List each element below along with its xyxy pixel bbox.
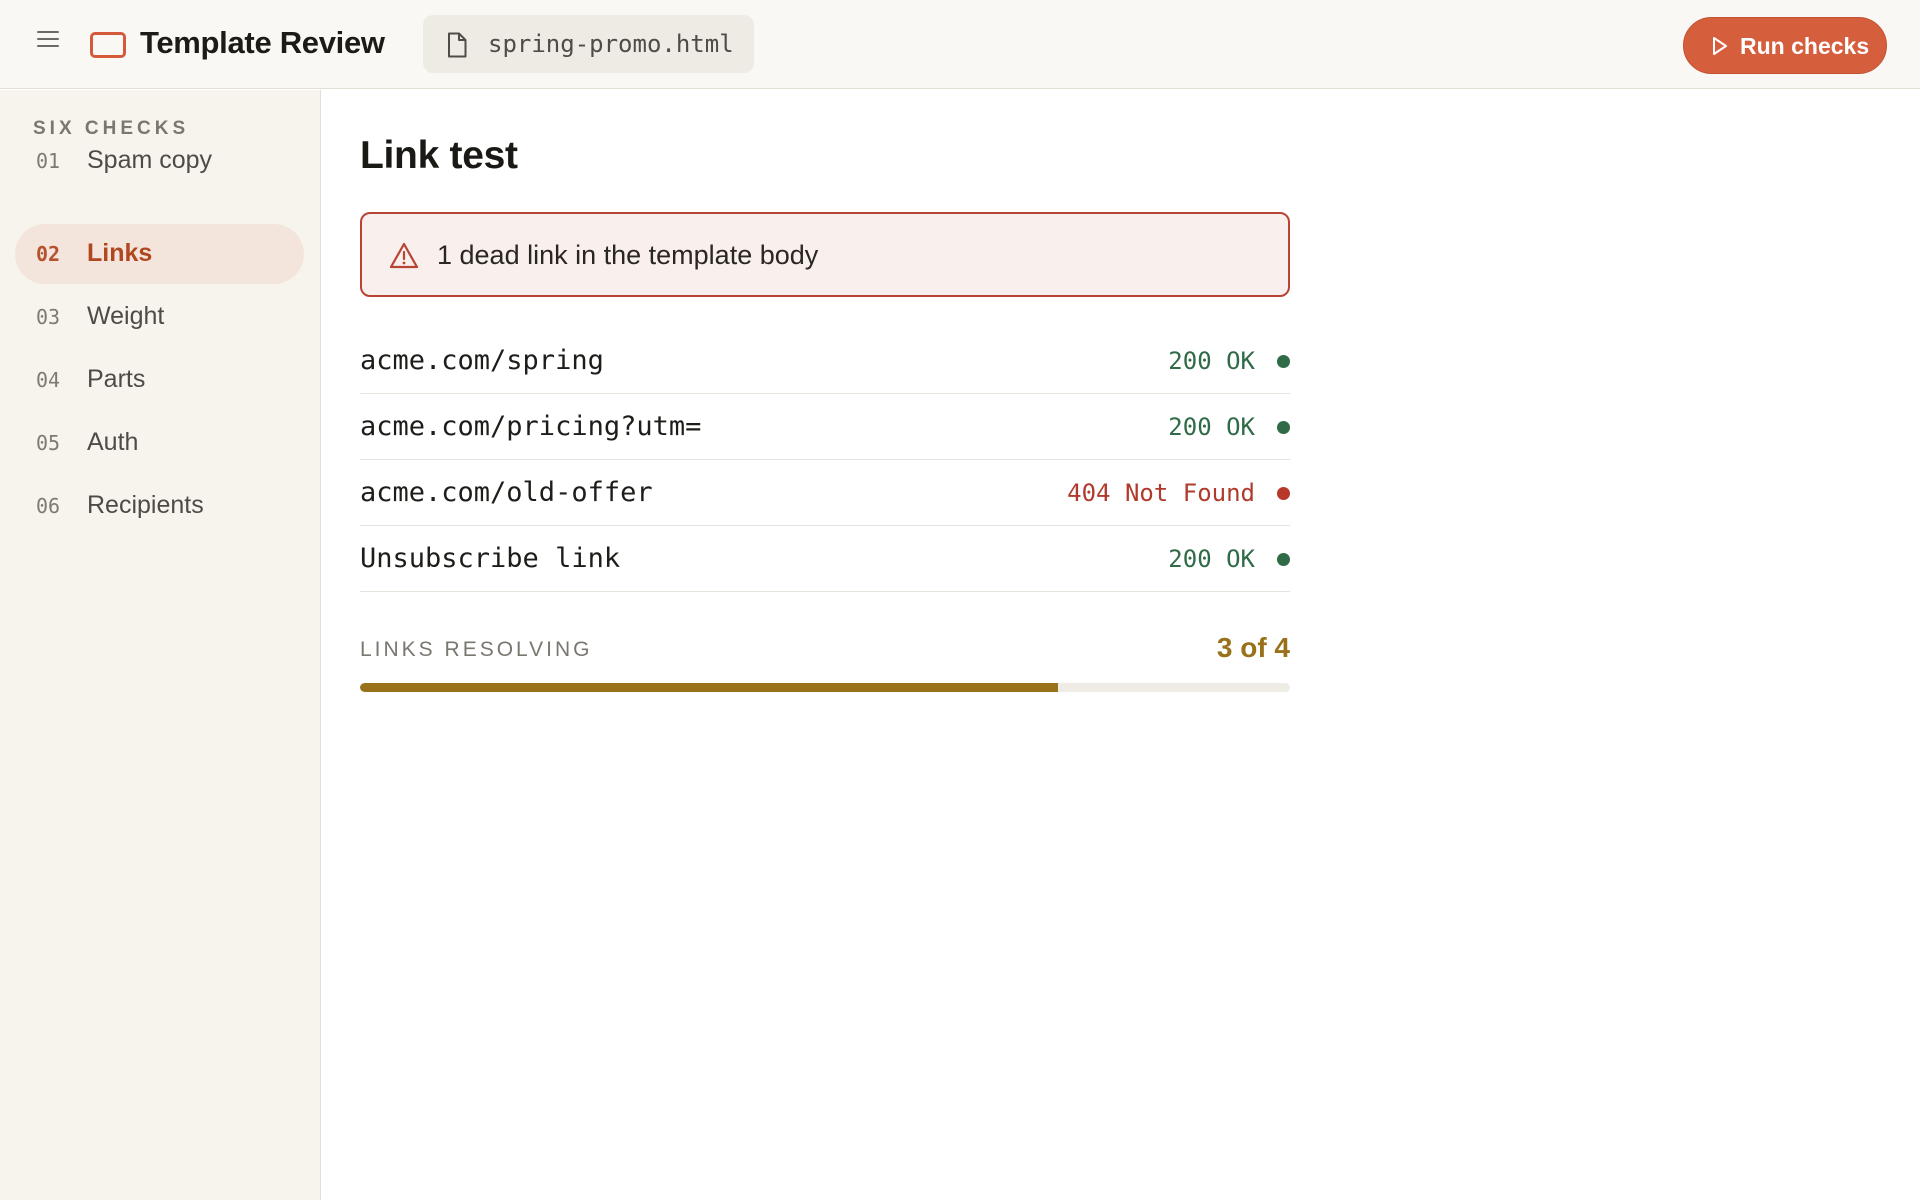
page-title: Link test [360, 134, 518, 177]
sidebar-item-label: Spam copy [87, 146, 213, 174]
link-row: Unsubscribe link 200 OK [360, 526, 1290, 592]
sidebar-item-number: 01 [36, 149, 61, 173]
dead-link-alert: 1 dead link in the template body [360, 212, 1290, 297]
menu-icon[interactable] [34, 29, 62, 49]
sidebar-item-number: 05 [36, 431, 61, 455]
progress-bar [360, 683, 1290, 692]
sidebar-item-auth[interactable]: 05 Auth [15, 413, 304, 473]
sidebar-item-number: 04 [36, 368, 61, 392]
sidebar-item-recipients[interactable]: 06 Recipients [15, 476, 304, 536]
sidebar-item-number: 03 [36, 305, 61, 329]
link-status: 200 OK [1168, 413, 1255, 441]
link-list: acme.com/spring 200 OK acme.com/pricing?… [360, 328, 1290, 592]
sidebar-item-links[interactable]: 02 Links [15, 224, 304, 284]
link-row: acme.com/spring 200 OK [360, 328, 1290, 394]
app-title: Template Review [140, 25, 385, 60]
run-checks-label: Run checks [1740, 33, 1870, 59]
sidebar-item-label: Auth [87, 428, 139, 456]
sidebar-item-label: Links [87, 239, 153, 267]
sidebar-item-number: 06 [36, 494, 61, 518]
sidebar-item-label: Recipients [87, 491, 204, 519]
top-bar: Template Review spring-promo.html Run ch… [0, 0, 1920, 89]
link-status: 200 OK [1168, 545, 1255, 573]
alert-message: 1 dead link in the template body [437, 240, 819, 270]
file-name: spring-promo.html [488, 30, 734, 58]
sidebar-item-number: 02 [36, 242, 61, 266]
link-url[interactable]: acme.com/old-offer [360, 477, 653, 508]
file-icon [448, 32, 467, 58]
sidebar-item-label: Weight [87, 302, 165, 330]
sidebar-item-label: Parts [87, 365, 146, 393]
progress-label: LINKS RESOLVING [360, 638, 593, 661]
status-dot-icon [1277, 355, 1290, 368]
status-dot-icon [1277, 421, 1290, 434]
link-status: 200 OK [1168, 347, 1255, 375]
link-status: 404 Not Found [1067, 479, 1255, 507]
progress-value: 3 of 4 [1216, 632, 1290, 663]
link-url[interactable]: acme.com/pricing?utm= [360, 411, 701, 442]
link-row: acme.com/old-offer 404 Not Found [360, 460, 1290, 526]
status-dot-icon [1277, 487, 1290, 500]
progress-bar-fill [360, 683, 1058, 692]
play-icon [1713, 37, 1727, 55]
sidebar: SIX CHECKS 01 Spam copy 02 Links 03 Weig… [0, 90, 321, 1200]
warning-icon [389, 242, 419, 269]
status-dot-icon [1277, 553, 1290, 566]
link-url[interactable]: acme.com/spring [360, 345, 604, 376]
sidebar-item-spam-copy[interactable]: 01 Spam copy [15, 131, 304, 191]
sidebar-item-parts[interactable]: 04 Parts [15, 350, 304, 410]
sidebar-item-weight[interactable]: 03 Weight [15, 287, 304, 347]
link-url[interactable]: Unsubscribe link [360, 543, 620, 574]
app-logo-icon [90, 32, 126, 58]
run-checks-button[interactable]: Run checks [1683, 17, 1887, 74]
link-row: acme.com/pricing?utm= 200 OK [360, 394, 1290, 460]
file-chip[interactable]: spring-promo.html [423, 15, 754, 73]
